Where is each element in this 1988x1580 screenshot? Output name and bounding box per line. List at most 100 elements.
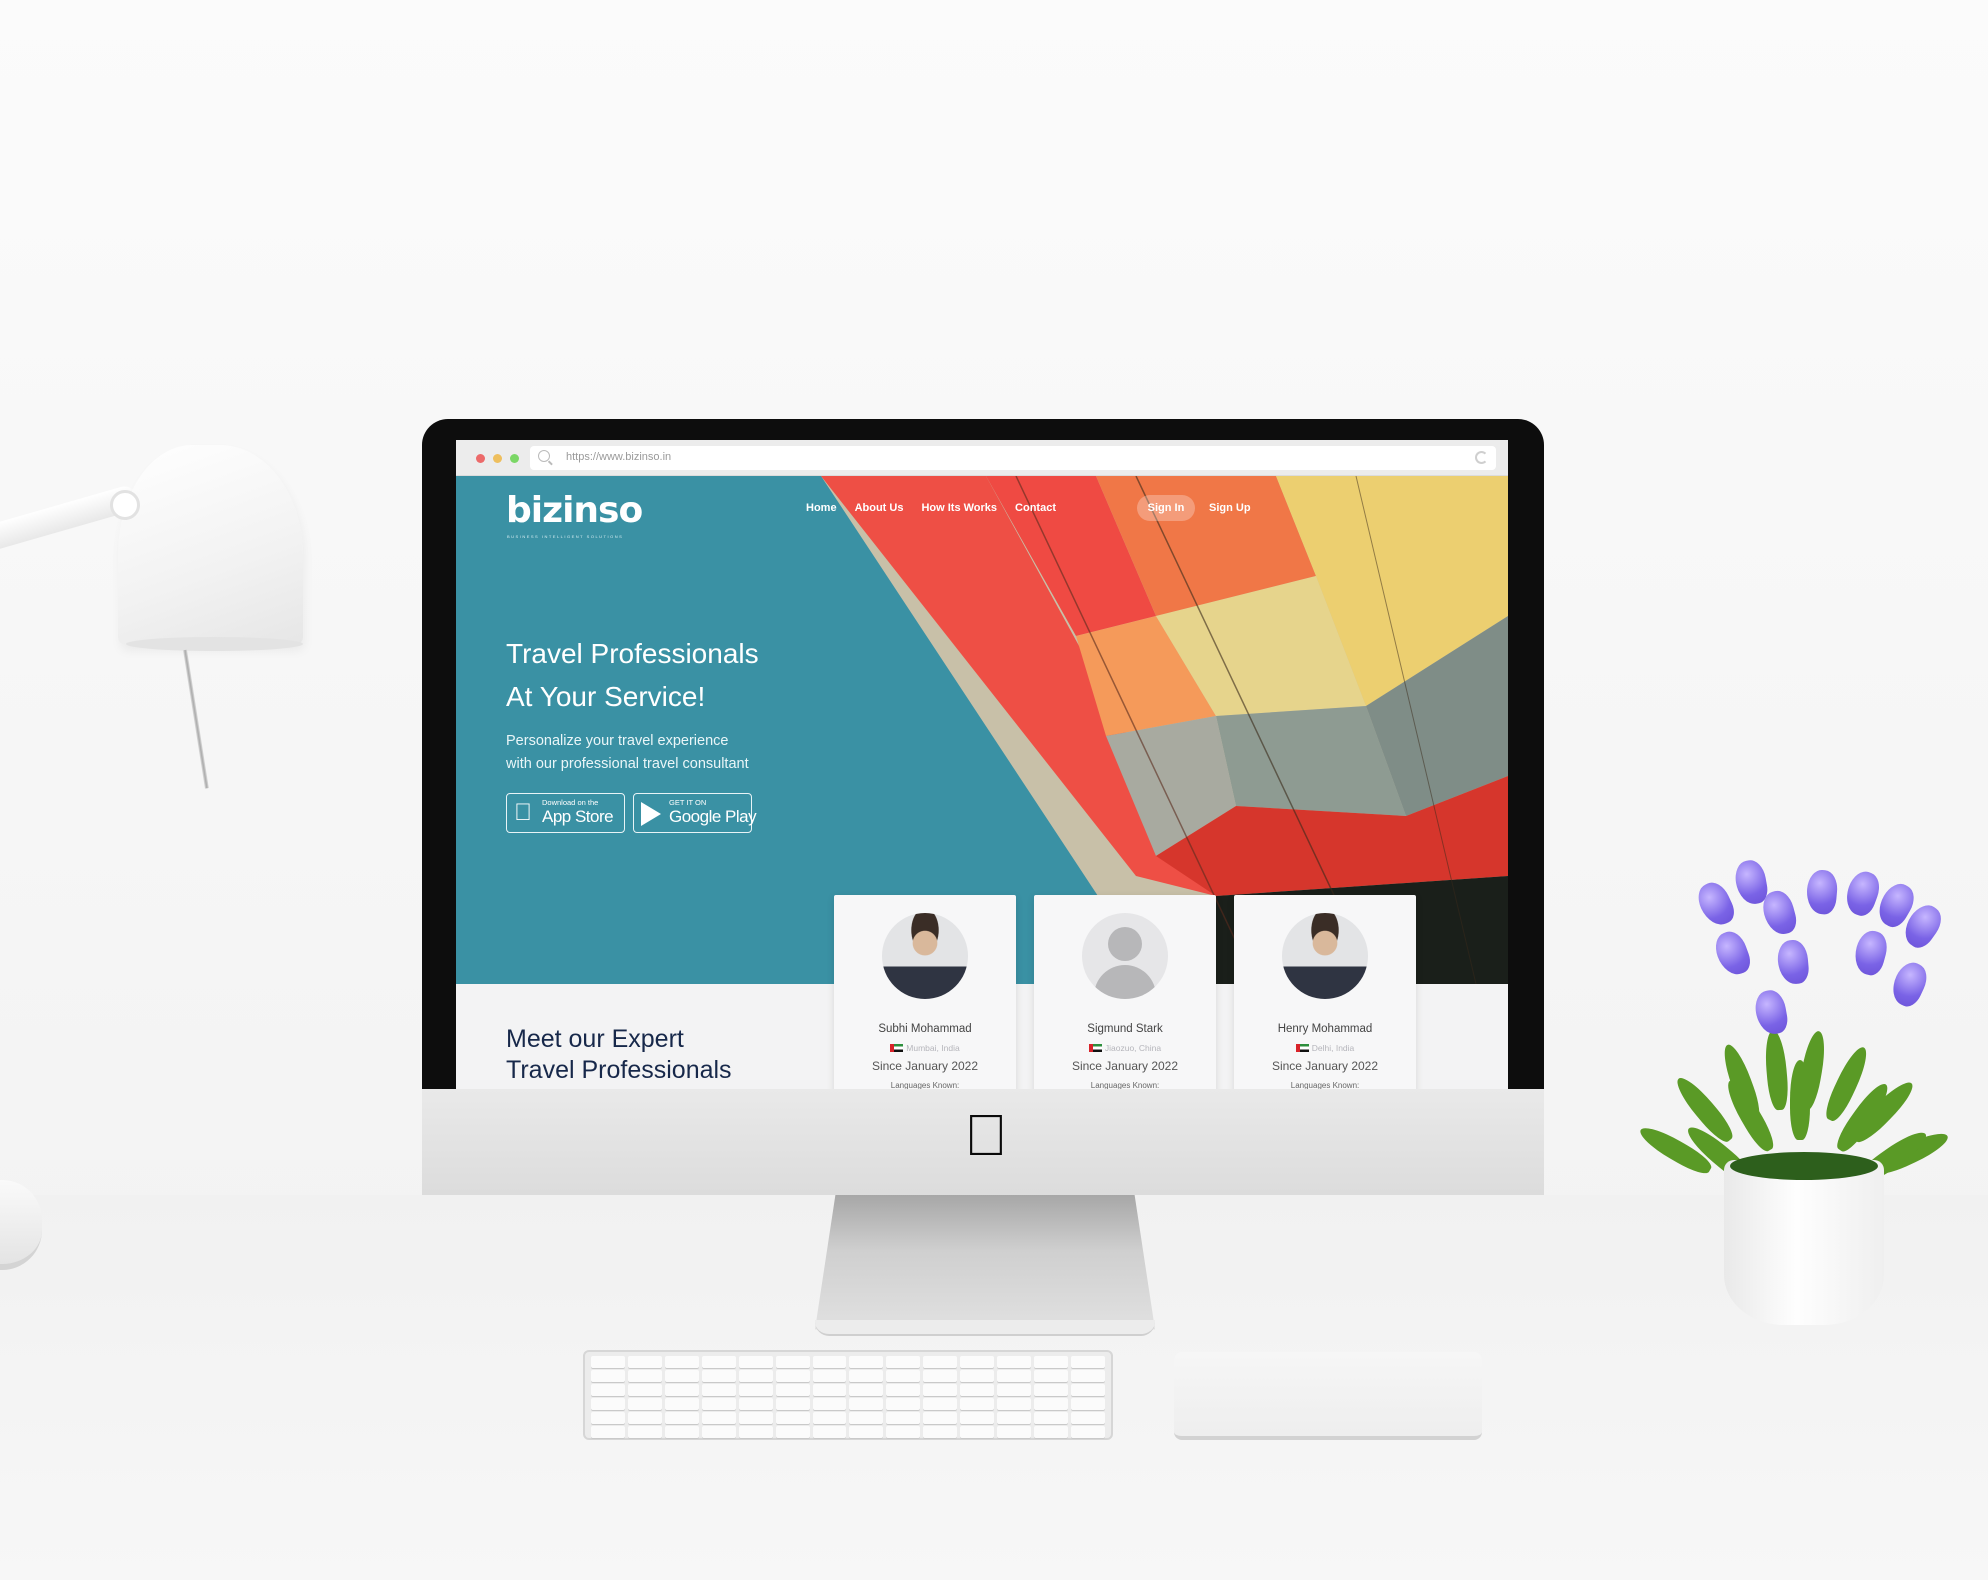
languages-label: Languages Known: [890, 1081, 960, 1089]
keyboard-key [1071, 1384, 1105, 1396]
keyboard-key [701, 1426, 736, 1438]
google-play-caption: GET IT ON [669, 798, 707, 807]
keyboard-key [1071, 1426, 1105, 1438]
reload-icon[interactable] [1475, 451, 1488, 464]
trackpad [1174, 1352, 1482, 1440]
member-since: Since January 2022 [871, 1059, 979, 1073]
location-text: Delhi, India [1311, 1043, 1355, 1053]
user-icon-head [1108, 927, 1142, 961]
keyboard-key [591, 1426, 625, 1438]
plant-leaf [1763, 1029, 1790, 1111]
avatar [1282, 913, 1368, 999]
nav-about-us[interactable]: About Us [855, 502, 904, 514]
keyboard-key [664, 1370, 699, 1382]
keyboard-key [1071, 1412, 1105, 1424]
keyboard-key [960, 1370, 995, 1382]
member-since: Since January 2022 [1271, 1059, 1379, 1073]
nav-links: Home About Us How Its Works Contact [806, 502, 1056, 514]
keyboard-key [960, 1384, 995, 1396]
keyboard-key [591, 1398, 625, 1410]
app-store-button[interactable]:  Download on the App Store [506, 793, 625, 833]
keyboard-key [997, 1412, 1032, 1424]
flag-icon [1088, 1044, 1102, 1052]
keyboard-key [812, 1356, 847, 1368]
keyboard-key [627, 1398, 662, 1410]
apple-logo-icon:  [963, 1107, 1009, 1165]
plant-pot [1724, 1160, 1884, 1325]
keyboard-key [627, 1370, 662, 1382]
keyboard-key [997, 1356, 1032, 1368]
keyboard-key [886, 1412, 921, 1424]
location-text: Mumbai, India [906, 1043, 960, 1053]
keyboard-key [1034, 1398, 1069, 1410]
keyboard-key [627, 1356, 662, 1368]
location-text: Jiaozuo, China [1104, 1043, 1162, 1053]
keyboard-key [997, 1370, 1032, 1382]
hero-subtitle: Personalize your travel experience with … [506, 730, 826, 776]
professional-name: Subhi Mohammad [878, 1023, 972, 1035]
keyboard-key [701, 1412, 736, 1424]
keyboard-key [775, 1356, 810, 1368]
nav-contact[interactable]: Contact [1015, 502, 1056, 514]
sign-in-button[interactable]: Sign In [1137, 495, 1195, 521]
keyboard-key [849, 1384, 884, 1396]
desk-lamp-joint [110, 490, 140, 520]
address-bar[interactable]: https://www.bizinso.in [530, 446, 1496, 470]
keyboard-key [738, 1398, 773, 1410]
desk-lamp-shade [118, 445, 303, 651]
plant-flower [1840, 867, 1885, 920]
hero-subtitle-line-2: with our professional travel consultant [506, 756, 749, 772]
nav-home[interactable]: Home [806, 502, 837, 514]
sign-up-link[interactable]: Sign Up [1209, 502, 1251, 514]
professional-card[interactable]: Henry Mohammad Delhi, India Since Januar… [1234, 895, 1416, 1089]
keyboard-key [1071, 1398, 1105, 1410]
keyboard-key [886, 1426, 921, 1438]
keyboard-key [664, 1412, 699, 1424]
close-window-button[interactable] [476, 454, 485, 463]
site-navbar: bizinso BUSINESS INTELLIGENT SOLUTIONS H… [456, 476, 1508, 546]
keyboard-key [812, 1426, 847, 1438]
keyboard-key [849, 1356, 884, 1368]
browser-toolbar: https://www.bizinso.in [456, 440, 1508, 476]
google-play-button[interactable]: GET IT ON Google Play [633, 793, 757, 833]
professional-name: Henry Mohammad [1277, 1023, 1373, 1035]
keyboard-key [627, 1412, 662, 1424]
keyboard-key [1034, 1426, 1069, 1438]
site-logo[interactable]: bizinso [506, 490, 643, 531]
keyboard-key [849, 1398, 884, 1410]
avatar [882, 913, 968, 999]
flag-icon [1295, 1044, 1309, 1052]
hero-title-line-1: Travel Professionals [506, 638, 759, 669]
keyboard-key [738, 1412, 773, 1424]
desk-lamp-pull-rod [183, 649, 209, 789]
keyboard-key [997, 1426, 1032, 1438]
professional-card[interactable]: Subhi Mohammad Mumbai, India Since Janua… [834, 895, 1016, 1089]
keyboard-key [960, 1398, 995, 1410]
minimize-window-button[interactable] [493, 454, 502, 463]
user-icon-body [1094, 965, 1156, 999]
keyboard-key [923, 1370, 958, 1382]
app-store-label: App Store [542, 807, 614, 826]
nav-how-it-works[interactable]: How Its Works [921, 502, 997, 514]
logo-tagline: BUSINESS INTELLIGENT SOLUTIONS [507, 534, 624, 539]
imac-stand-foot [815, 1320, 1155, 1336]
plant-flower [1886, 957, 1933, 1011]
keyboard-key [701, 1398, 736, 1410]
keyboard-key [849, 1426, 884, 1438]
keyboard-key [886, 1398, 921, 1410]
keyboard-key [849, 1412, 884, 1424]
maximize-window-button[interactable] [510, 454, 519, 463]
keyboard-key [738, 1370, 773, 1382]
professional-card[interactable]: Sigmund Stark Jiaozuo, China Since Janua… [1034, 895, 1216, 1089]
keyboard-key [812, 1384, 847, 1396]
keyboard-key [701, 1370, 736, 1382]
hero-title-line-2: At Your Service! [506, 681, 706, 712]
keyboard-key [738, 1356, 773, 1368]
url-text[interactable]: https://www.bizinso.in [566, 451, 671, 463]
professional-name: Sigmund Stark [1087, 1023, 1163, 1035]
experts-title-line-2: Travel Professionals [506, 1056, 732, 1084]
plant-flower [1692, 877, 1739, 931]
hero-title: Travel Professionals At Your Service! [506, 632, 866, 718]
plant-soil [1730, 1152, 1878, 1180]
keyboard-key [701, 1356, 736, 1368]
